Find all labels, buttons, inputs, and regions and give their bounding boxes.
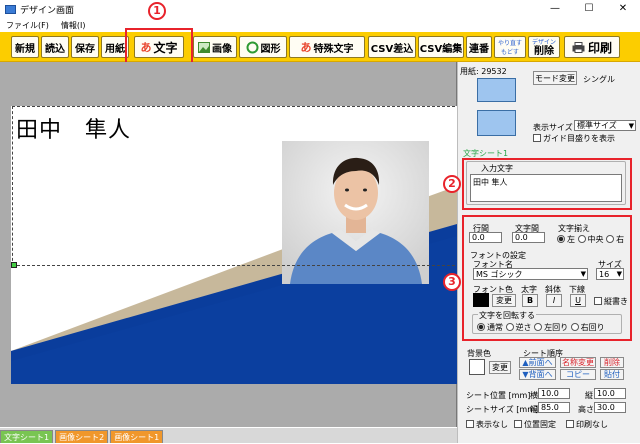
checkbox-icon — [566, 420, 574, 428]
guide-label: ガイド目盛りを表示 — [543, 134, 615, 143]
sheet-position-label: シート位置 [mm] — [466, 391, 531, 400]
undo-label: もどす — [501, 49, 519, 56]
image-icon — [198, 41, 210, 53]
width-input[interactable]: 85.0 — [538, 402, 570, 413]
new-button[interactable]: 新規 — [11, 36, 39, 58]
window-controls: — ☐ ✕ — [538, 0, 640, 18]
mode-change-button[interactable]: モード変更 — [533, 71, 577, 85]
rename-button[interactable]: 名称変更 — [560, 357, 596, 368]
printer-icon — [572, 41, 585, 53]
no-print-checkbox[interactable]: 印刷なし — [566, 419, 608, 430]
checkbox-icon — [514, 420, 522, 428]
width-value: 85.0 — [541, 403, 559, 412]
serial-number-button[interactable]: 連番 — [466, 36, 492, 58]
bg-color-label: 背景色 — [467, 349, 491, 358]
shape-button[interactable]: 図形 — [239, 36, 287, 58]
height-value: 30.0 — [597, 403, 615, 412]
menu-file[interactable]: ファイル(F) — [6, 20, 49, 31]
guide-checkbox[interactable]: ガイド目盛りを表示 — [533, 133, 615, 144]
delete-label: 削除 — [534, 46, 554, 57]
shape-button-label: 図形 — [260, 43, 281, 55]
horizontal-label: 横 — [530, 391, 538, 400]
horizontal-position-input[interactable]: 10.0 — [538, 388, 570, 399]
step-badge-1: 1 — [148, 2, 166, 20]
vertical-value: 10.0 — [597, 389, 615, 398]
window-title: デザイン画面 — [20, 5, 75, 16]
sheet-tab-bar: 文字シート1 画像シート2 画像シート1 — [0, 428, 457, 443]
checkbox-icon — [466, 420, 474, 428]
close-button[interactable]: ✕ — [606, 0, 640, 18]
image-button[interactable]: 画像 — [193, 36, 237, 58]
step-badge-2: 2 — [443, 175, 461, 193]
vertical-position-label: 縦 — [585, 391, 593, 400]
fix-position-checkbox[interactable]: 位置固定 — [514, 419, 556, 430]
paper-back-thumb[interactable] — [477, 110, 516, 136]
toolbar: 新規 読込 保存 用紙 あ 文字 画像 図形 あ 特殊文字 CSV差込 CSV編… — [0, 32, 640, 62]
guide-check-icon — [533, 134, 541, 142]
height-input[interactable]: 30.0 — [594, 402, 626, 413]
fix-position-label: 位置固定 — [524, 420, 556, 429]
maximize-button[interactable]: ☐ — [572, 0, 606, 18]
print-button[interactable]: 印刷 — [564, 36, 620, 58]
load-button[interactable]: 読込 — [41, 36, 69, 58]
csv-insert-button[interactable]: CSV差込 — [368, 36, 416, 58]
hide-checkbox[interactable]: 表示なし — [466, 419, 508, 430]
menu-info[interactable]: 情報(I) — [61, 20, 86, 31]
bg-color-swatch[interactable] — [469, 359, 485, 375]
menu-bar: ファイル(F) 情報(I) — [0, 18, 640, 32]
vertical-position-input[interactable]: 10.0 — [594, 388, 626, 399]
minimize-button[interactable]: — — [538, 0, 572, 18]
no-print-label: 印刷なし — [576, 420, 608, 429]
step-badge-3: 3 — [443, 273, 461, 291]
circle-icon — [246, 41, 258, 53]
mode-value: シングル — [583, 75, 615, 84]
display-size-value: 標準サイズ — [577, 121, 617, 130]
display-size-select[interactable]: 標準サイズ ▼ — [574, 120, 636, 131]
width-label: 幅 — [530, 405, 538, 414]
special-char-button[interactable]: あ 特殊文字 — [289, 36, 365, 58]
delete-sheet-button[interactable]: 削除 — [600, 357, 624, 368]
special-glyph-icon: あ — [300, 41, 312, 54]
print-button-label: 印刷 — [587, 40, 612, 55]
highlight-text-input — [462, 158, 632, 210]
send-back-button[interactable]: ▼背面へ — [519, 369, 556, 380]
copy-button[interactable]: コピー — [560, 369, 596, 380]
resize-handle[interactable] — [11, 262, 17, 268]
sheet-tab-image1[interactable]: 画像シート1 — [110, 430, 164, 443]
hide-label: 表示なし — [476, 420, 508, 429]
paste-button[interactable]: 貼付 — [600, 369, 624, 380]
bg-color-change-button[interactable]: 変更 — [489, 361, 511, 374]
height-label: 高さ — [578, 405, 594, 414]
redo-undo-button[interactable]: やり直す もどす — [494, 36, 526, 58]
redo-label: やり直す — [497, 40, 522, 47]
bring-front-button[interactable]: ▲前面へ — [519, 357, 556, 368]
title-bar: デザイン画面 — ☐ ✕ — [0, 0, 640, 18]
sheet-tab-text1[interactable]: 文字シート1 — [0, 430, 54, 443]
app-icon — [5, 4, 16, 14]
highlight-font-settings — [462, 215, 632, 341]
paper-front-thumb[interactable] — [477, 78, 516, 102]
image-button-label: 画像 — [212, 43, 232, 55]
save-button[interactable]: 保存 — [71, 36, 99, 58]
display-size-label: 表示サイズ — [533, 123, 573, 132]
paper-id-label: 用紙: 29532 — [460, 67, 507, 76]
text-sheet-selection[interactable] — [12, 106, 460, 266]
sheet-size-label: シートサイズ [mm] — [466, 405, 539, 414]
csv-edit-button[interactable]: CSV編集 — [418, 36, 464, 58]
chevron-down-icon: ▼ — [628, 121, 634, 130]
horizontal-value: 10.0 — [541, 389, 559, 398]
design-delete-button[interactable]: デザイン 削除 — [528, 36, 560, 58]
special-char-label: 特殊文字 — [313, 43, 354, 55]
sheet-tab-image2[interactable]: 画像シート2 — [55, 430, 109, 443]
